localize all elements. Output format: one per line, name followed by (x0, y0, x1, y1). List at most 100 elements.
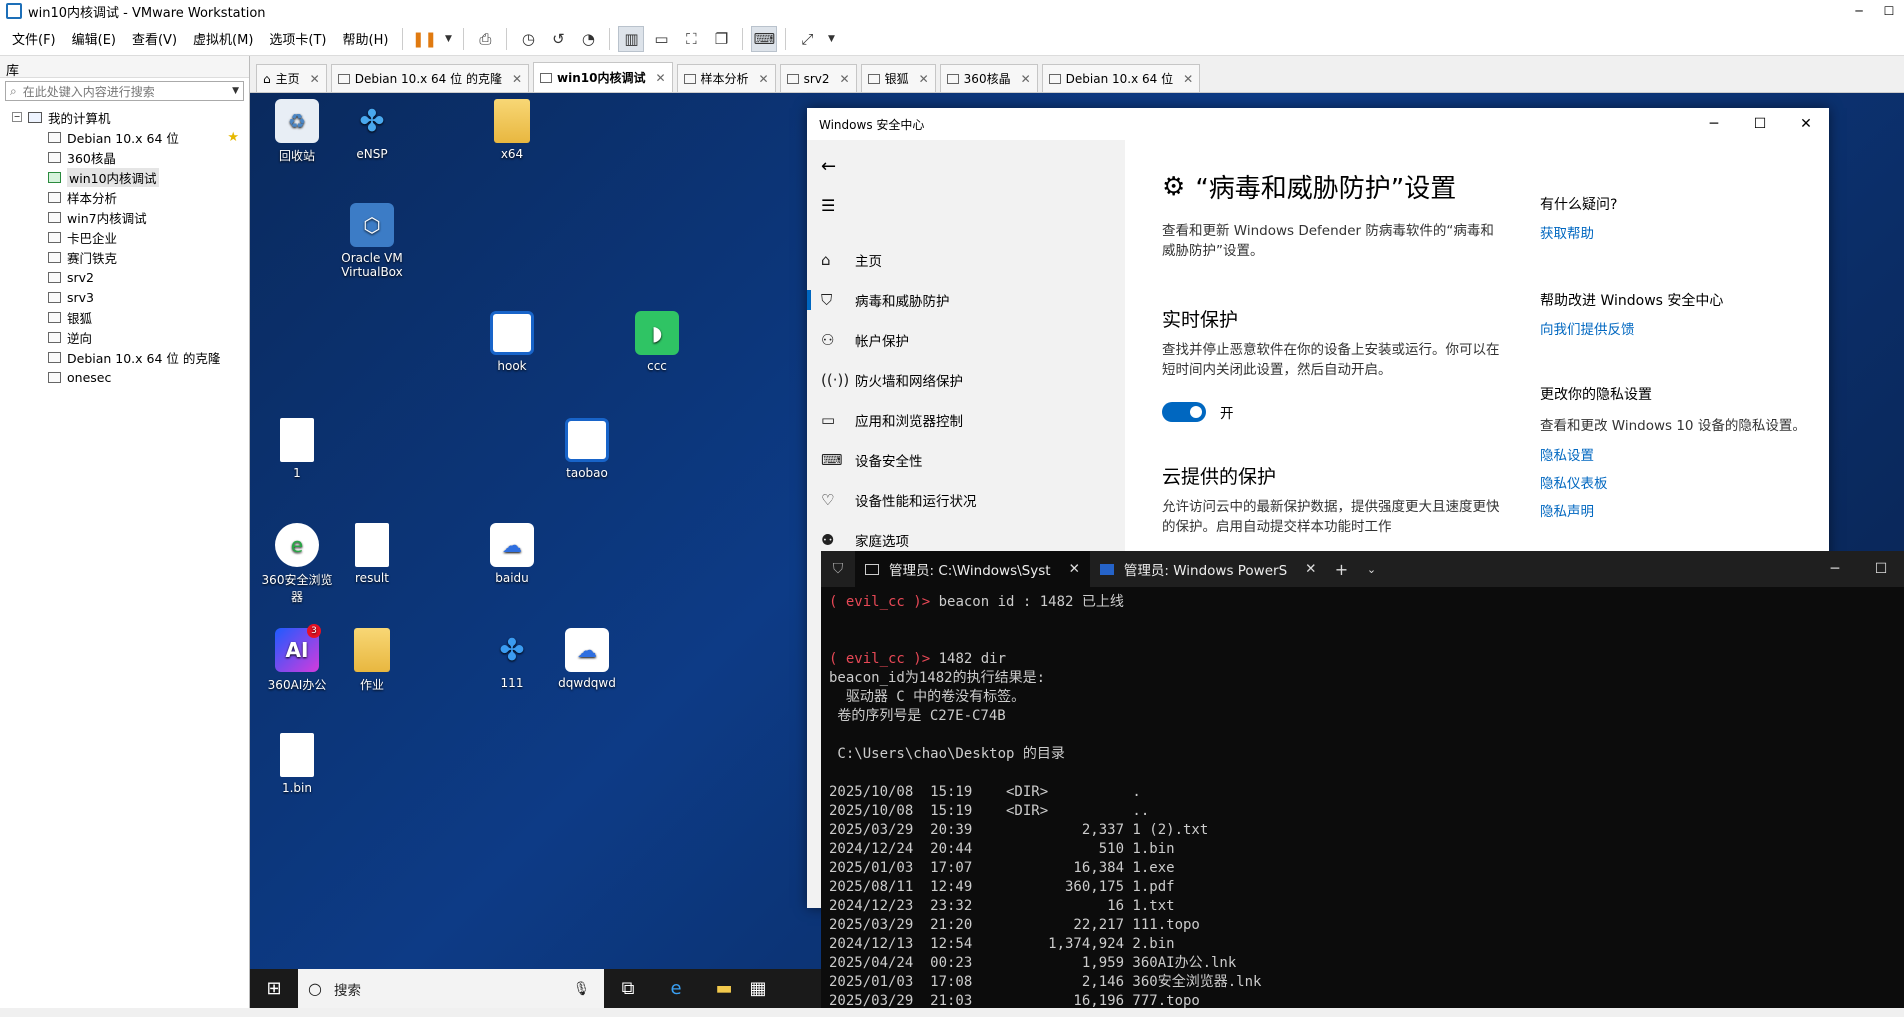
menu-file[interactable]: 文件(F) (4, 29, 64, 48)
library-search-input[interactable]: ⌕ 在此处键入内容进行搜索 ▼ (5, 81, 244, 101)
pause-icon[interactable]: ❚❚ (411, 26, 437, 52)
nav-item-home[interactable]: ⌂ 主页 (807, 240, 1125, 280)
privacy-dashboard-link[interactable]: 隐私仪表板 (1540, 472, 1810, 492)
privacy-statement-link[interactable]: 隐私声明 (1540, 500, 1810, 520)
tree-root-my-computer[interactable]: − 我的计算机 (0, 107, 249, 127)
close-icon[interactable]: ✕ (840, 72, 850, 86)
hamburger-menu-icon[interactable]: ☰ (821, 196, 835, 215)
feedback-link[interactable]: 向我们提供反馈 (1540, 318, 1810, 338)
tab-vm[interactable]: Debian 10.x 64 位 ✕ (1041, 64, 1201, 92)
privacy-settings-link[interactable]: 隐私设置 (1540, 444, 1810, 464)
console-view-icon[interactable]: ⌨ (751, 25, 778, 52)
tree-item-vm[interactable]: srv3 (0, 287, 249, 307)
tab-home[interactable]: ⌂ 主页 ✕ (256, 64, 327, 92)
store-icon[interactable]: ▦ (748, 969, 768, 1008)
desktop-icon-result[interactable]: result (332, 523, 412, 585)
task-view-icon[interactable]: ⧉ (604, 969, 652, 1008)
tab-vm[interactable]: 样本分析 ✕ (676, 64, 776, 92)
collapse-icon[interactable]: − (12, 112, 22, 122)
back-arrow-icon[interactable]: ← (821, 156, 836, 177)
desktop-icon-1-bin[interactable]: 1.bin (257, 733, 337, 795)
desktop-icon-x64[interactable]: x64 (472, 99, 552, 161)
chevron-down-icon[interactable]: ⌄ (1356, 563, 1386, 576)
tree-item-vm[interactable]: 逆向 (0, 327, 249, 347)
desktop-icon-111[interactable]: ✤ 111 (472, 628, 552, 691)
menu-vm[interactable]: 虚拟机(M) (185, 29, 261, 48)
desktop-icon-1[interactable]: 1 (257, 418, 337, 480)
maximize-button[interactable]: ☐ (1874, 0, 1904, 22)
snapshot-icon[interactable]: ◷ (515, 26, 541, 52)
desktop-icon-hook[interactable]: hook (472, 311, 552, 373)
desktop-icon-baidu[interactable]: ☁ baidu (472, 523, 552, 585)
minimize-button[interactable]: ─ (1844, 0, 1874, 22)
tab-vm[interactable]: 360核晶 ✕ (939, 64, 1038, 92)
close-icon[interactable]: ✕ (310, 72, 320, 86)
favorite-star-icon[interactable]: ★ (227, 130, 239, 145)
snapshot-manager-icon[interactable]: ◔ (575, 26, 601, 52)
nav-item-device-security[interactable]: ⌨ 设备安全性 (807, 440, 1125, 480)
minimize-button[interactable]: ─ (1691, 116, 1737, 132)
maximize-button[interactable]: ☐ (1737, 116, 1783, 132)
desktop-icon-360-browser[interactable]: e 360安全浏览器 (257, 523, 337, 605)
tree-item-vm[interactable]: 样本分析 (0, 187, 249, 207)
tree-item-vm[interactable]: Debian 10.x 64 位 的克隆 (0, 347, 249, 367)
tree-item-vm[interactable]: win7内核调试 (0, 207, 249, 227)
tree-item-vm[interactable]: Debian 10.x 64 位 ★ (0, 127, 249, 147)
terminal-tab-powershell[interactable]: 管理员: Windows PowerS ✕ (1090, 551, 1327, 587)
tab-vm-active[interactable]: win10内核调试 ✕ (533, 62, 673, 92)
desktop-icon-ensp[interactable]: ✤ eNSP (332, 99, 412, 162)
close-icon[interactable]: ✕ (1183, 72, 1193, 86)
close-icon[interactable]: ✕ (1021, 72, 1031, 86)
full-screen-icon[interactable]: ⛶ (678, 26, 704, 52)
tab-vm[interactable]: srv2 ✕ (779, 64, 857, 92)
close-button[interactable]: ✕ (1783, 116, 1829, 132)
tree-item-vm-selected[interactable]: win10内核调试 (0, 167, 249, 187)
taskbar-search-box[interactable]: ○ 搜索 🎙 (298, 969, 604, 1008)
close-icon[interactable]: ✕ (759, 72, 769, 86)
menu-view[interactable]: 查看(V) (124, 29, 185, 48)
new-tab-plus-icon[interactable]: + (1326, 560, 1356, 579)
desktop-icon-virtualbox[interactable]: ⬡ Oracle VM VirtualBox (332, 203, 412, 279)
terminal-output[interactable]: ( evil_cc )> beacon id : 1482 已上线( evil_… (821, 587, 1904, 1017)
desktop-icon-dqwdqwd[interactable]: ☁ dqwdqwd (547, 628, 627, 690)
close-icon[interactable]: ✕ (1305, 561, 1316, 577)
tree-item-vm[interactable]: 银狐 (0, 307, 249, 327)
get-help-link[interactable]: 获取帮助 (1540, 222, 1810, 242)
nav-item-account-protection[interactable]: ⚇ 帐户保护 (807, 320, 1125, 360)
edge-icon[interactable]: e (652, 969, 700, 1008)
desktop-icon-ccc[interactable]: ◗ ccc (617, 311, 697, 373)
desktop-icon-taobao[interactable]: taobao (547, 418, 627, 480)
close-icon[interactable]: ✕ (919, 72, 929, 86)
thumbnail-bar-icon[interactable]: ▭ (648, 26, 674, 52)
tab-vm[interactable]: 银狐 ✕ (860, 64, 936, 92)
microphone-icon[interactable]: 🎙 (573, 981, 590, 997)
tree-item-vm[interactable]: 赛门铁克 (0, 247, 249, 267)
desktop-icon-homework[interactable]: 作业 (332, 628, 412, 693)
tree-item-vm[interactable]: srv2 (0, 267, 249, 287)
send-ctrl-alt-del-icon[interactable]: ⎙ (472, 26, 498, 52)
dropdown-arrow-icon[interactable]: ▼ (824, 26, 838, 52)
file-explorer-icon[interactable]: ▬ (700, 969, 748, 1008)
menu-edit[interactable]: 编辑(E) (64, 29, 124, 48)
revert-snapshot-icon[interactable]: ↺ (545, 26, 571, 52)
desktop-icon-360ai[interactable]: AI 3 360AI办公 (257, 624, 337, 693)
terminal-tab-cmd[interactable]: 管理员: C:\Windows\Syst ✕ (855, 551, 1090, 587)
stretch-guest-icon[interactable]: ⤢ (794, 26, 820, 52)
maximize-button[interactable]: ☐ (1858, 561, 1904, 577)
desktop-icon-recycle-bin[interactable]: ♻ 回收站 (257, 99, 337, 164)
tree-item-vm[interactable]: 卡巴企业 (0, 227, 249, 247)
menu-help[interactable]: 帮助(H) (335, 29, 397, 48)
realtime-protection-toggle[interactable] (1162, 402, 1206, 422)
unity-icon[interactable]: ❐ (708, 26, 734, 52)
minimize-button[interactable]: ─ (1812, 561, 1858, 577)
tree-item-vm[interactable]: 360核晶 (0, 147, 249, 167)
tab-vm[interactable]: Debian 10.x 64 位 的克隆 ✕ (330, 64, 530, 92)
nav-item-firewall[interactable]: ((·)) 防火墙和网络保护 (807, 360, 1125, 400)
close-icon[interactable]: ✕ (512, 72, 522, 86)
nav-item-app-browser[interactable]: ▭ 应用和浏览器控制 (807, 400, 1125, 440)
nav-item-device-performance[interactable]: ♡ 设备性能和运行状况 (807, 480, 1125, 520)
close-icon[interactable]: ✕ (655, 71, 665, 85)
nav-item-virus-protection[interactable]: ⛉ 病毒和威胁防护 (807, 280, 1125, 320)
windows-start-icon[interactable]: ⊞ (250, 969, 298, 1008)
chevron-down-icon[interactable]: ▼ (232, 86, 239, 96)
